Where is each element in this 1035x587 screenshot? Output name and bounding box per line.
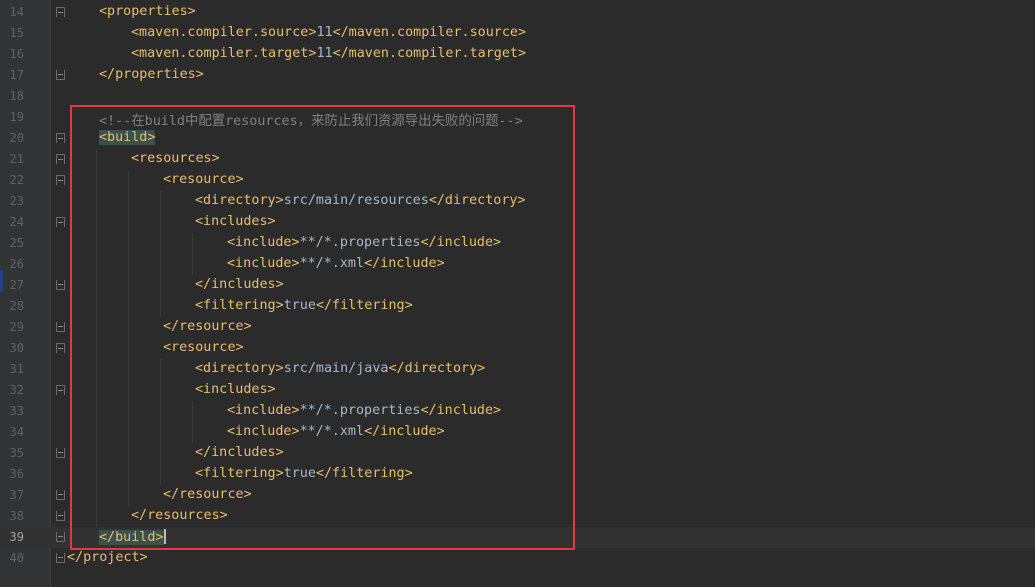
line-number: 26 [9,257,24,271]
fold-end-icon[interactable] [56,532,65,542]
line-number: 36 [9,467,24,481]
line-number: 37 [9,488,24,502]
line-number: 40 [9,551,24,565]
line-number: 27 [9,278,24,292]
line-number: 32 [9,383,24,397]
line-number: 31 [9,362,24,376]
line-number: 29 [9,320,24,334]
code-line[interactable]: 14 <properties> [0,2,1035,23]
line-number: 16 [9,47,24,61]
code-line[interactable]: 18 [0,86,1035,107]
fold-end-icon[interactable] [56,490,65,500]
xml-tag: </maven.compiler.target> [332,46,527,61]
line-number: 35 [9,446,24,460]
tag-value: 11 [316,25,333,40]
line-number: 24 [9,215,24,229]
line-number: 28 [9,299,24,313]
line-number: 17 [9,68,24,82]
fold-collapse-icon[interactable] [56,7,65,17]
code-line[interactable]: 40 </project> [0,548,1035,569]
line-number: 34 [9,425,24,439]
code-editor[interactable]: 14 <properties> 15 <maven.compiler.source>1… [0,0,1035,587]
line-number: 15 [9,26,24,40]
xml-tag: </properties> [99,67,204,82]
xml-tag: </project> [67,550,148,565]
line-number: 21 [9,152,24,166]
line-number: 30 [9,341,24,355]
code-text[interactable]: <maven.compiler.target>11</maven.compile… [131,46,526,61]
xml-tag: </maven.compiler.source> [332,25,527,40]
line-number: 18 [9,89,24,103]
tag-value: 11 [316,46,333,61]
fold-end-icon[interactable] [56,322,65,332]
xml-tag: <properties> [99,4,196,19]
fold-end-icon[interactable] [56,280,65,290]
fold-end-icon[interactable] [56,553,65,563]
line-number: 38 [9,509,24,523]
fold-end-icon[interactable] [56,511,65,521]
line-number: 19 [9,110,24,124]
line-number: 33 [9,404,24,418]
line-number: 23 [9,194,24,208]
fold-end-icon[interactable] [56,448,65,458]
fold-collapse-icon[interactable] [56,217,65,227]
fold-collapse-icon[interactable] [56,133,65,143]
code-text[interactable]: <maven.compiler.source>11</maven.compile… [131,25,526,40]
annotation-highlight-box [70,105,575,550]
line-number: 20 [9,131,24,145]
code-line[interactable]: 17 </properties> [0,65,1035,86]
line-number: 25 [9,236,24,250]
code-line[interactable]: 15 <maven.compiler.source>11</maven.compi… [0,23,1035,44]
fold-collapse-icon[interactable] [56,154,65,164]
line-number: 39 [9,530,24,544]
fold-collapse-icon[interactable] [56,175,65,185]
xml-tag: <maven.compiler.target> [131,46,317,61]
code-text[interactable]: </project> [67,550,148,565]
code-text[interactable]: <properties> [99,4,196,19]
line-number: 22 [9,173,24,187]
fold-end-icon[interactable] [56,70,65,80]
xml-tag: <maven.compiler.source> [131,25,317,40]
code-text[interactable]: </properties> [99,67,204,82]
fold-collapse-icon[interactable] [56,343,65,353]
code-line[interactable]: 16 <maven.compiler.target>11</maven.compi… [0,44,1035,65]
fold-collapse-icon[interactable] [56,385,65,395]
line-number: 14 [9,5,24,19]
